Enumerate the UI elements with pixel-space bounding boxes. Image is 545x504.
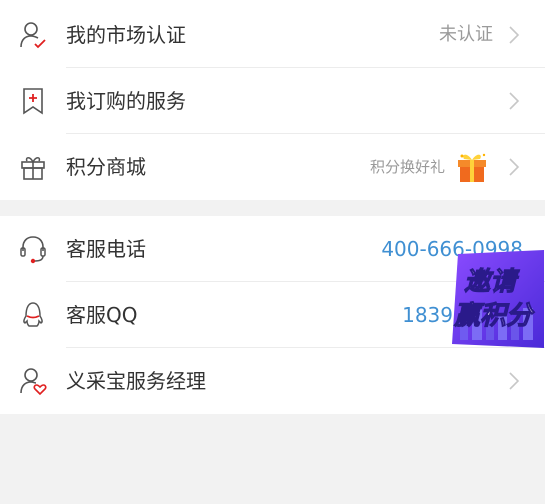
badge-line1: 邀请	[464, 267, 520, 297]
gift-icon	[21, 157, 45, 180]
chevron-right-icon	[509, 158, 520, 176]
points-redeem-hint: 积分换好礼	[369, 158, 445, 176]
service-manager-label: 义采宝服务经理	[66, 369, 206, 393]
invite-earn-points-badge[interactable]: 邀请 赢积分	[448, 248, 545, 352]
market-certification-label: 我的市场认证	[66, 23, 186, 47]
subscribed-services-row[interactable]: 我订购的服务	[0, 68, 545, 134]
badge-line2: 赢积分	[453, 301, 535, 331]
gift-box-icon	[458, 153, 486, 182]
account-group: 我的市场认证 未认证 我订购的服务 积分商城 积分换好礼	[0, 0, 545, 200]
bookmark-plus-icon	[23, 88, 43, 115]
certification-status: 未认证	[439, 24, 493, 45]
customer-service-qq-label: 客服QQ	[66, 303, 138, 327]
service-manager-row[interactable]: 义采宝服务经理	[0, 348, 545, 414]
chevron-right-icon	[509, 92, 520, 110]
points-mall-row[interactable]: 积分商城 积分换好礼	[0, 134, 545, 200]
subscribed-services-label: 我订购的服务	[66, 89, 186, 113]
qq-icon	[23, 302, 43, 327]
chevron-right-icon	[509, 26, 520, 44]
headset-icon	[20, 236, 46, 264]
chevron-right-icon	[509, 372, 520, 390]
points-mall-label: 积分商城	[66, 155, 146, 179]
user-heart-icon	[20, 368, 47, 396]
customer-service-phone-label: 客服电话	[66, 237, 146, 261]
badge-graphic: 邀请 赢积分	[452, 250, 544, 348]
customer-service-qq-number[interactable]: 1839	[402, 282, 453, 348]
user-check-icon	[20, 22, 46, 49]
market-certification-row[interactable]: 我的市场认证 未认证	[0, 2, 545, 68]
